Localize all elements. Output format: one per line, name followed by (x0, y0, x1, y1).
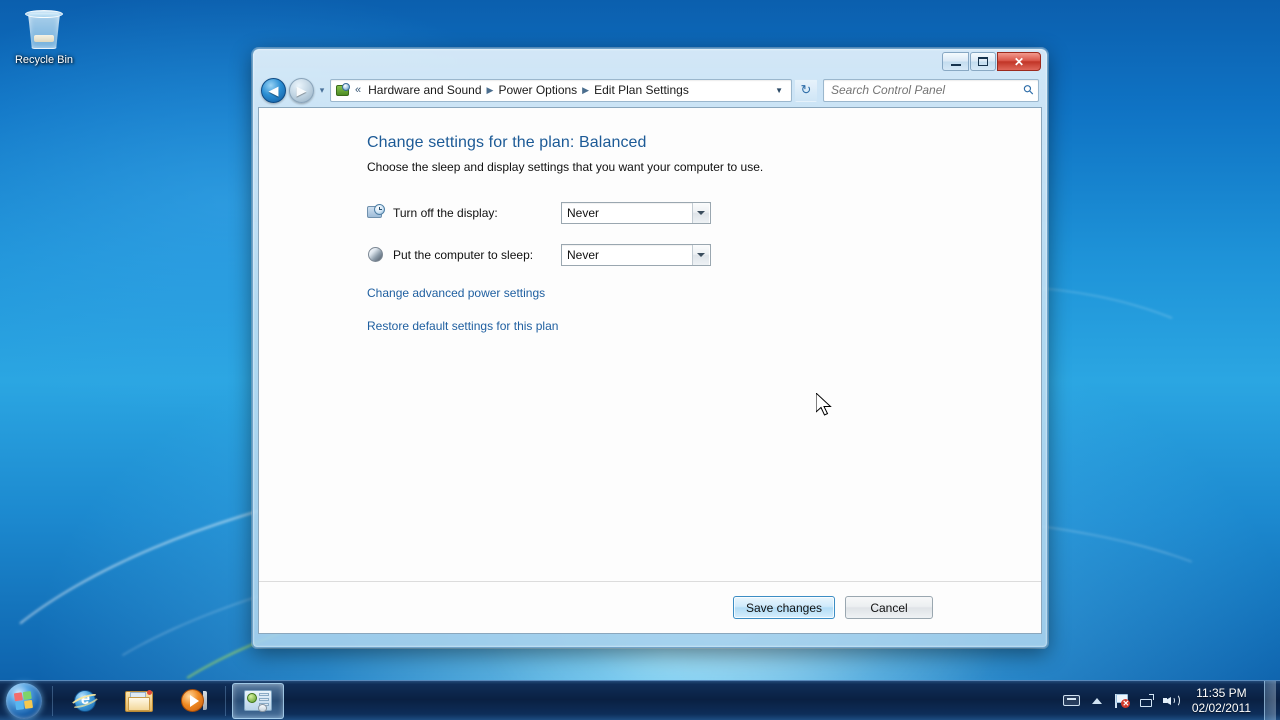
breadcrumb-separator-icon[interactable]: ▶ (582, 85, 589, 96)
link-restore-default-settings[interactable]: Restore default settings for this plan (367, 319, 558, 333)
taskbar-item-windows-media-player[interactable] (167, 683, 219, 719)
sleep-value: Never (567, 248, 600, 262)
moon-sleep-icon (367, 246, 385, 264)
taskbar-clock[interactable]: 11:35 PM 02/02/2011 (1188, 686, 1257, 716)
taskbar-divider (52, 685, 53, 716)
cancel-button[interactable]: Cancel (845, 596, 933, 619)
link-change-advanced-power-settings[interactable]: Change advanced power settings (367, 286, 545, 300)
taskbar-item-internet-explorer[interactable]: e (59, 683, 111, 719)
sleep-select[interactable]: Never (561, 244, 711, 266)
display-clock-icon (367, 204, 385, 222)
dialog-footer: Save changes Cancel (259, 581, 1041, 633)
settings-content: Change settings for the plan: Balanced C… (259, 108, 1041, 581)
save-changes-button[interactable]: Save changes (732, 596, 835, 619)
search-box[interactable]: ⚲ (823, 78, 1039, 102)
refresh-icon: ↻ (800, 82, 812, 97)
recent-pages-chevron-down-icon[interactable]: ▾ (317, 85, 327, 96)
windows-logo-icon (13, 690, 34, 710)
breadcrumb-item-edit-plan-settings[interactable]: Edit Plan Settings (591, 81, 692, 99)
links-section: Change advanced power settings Restore d… (367, 286, 1041, 352)
show-desktop-button[interactable] (1264, 680, 1276, 720)
breadcrumb-separator-icon[interactable]: ▶ (487, 85, 494, 96)
window-controls: ✕ (942, 52, 1041, 71)
turn-off-display-select[interactable]: Never (561, 202, 711, 224)
breadcrumb-item-power-options[interactable]: Power Options (495, 81, 580, 99)
breadcrumb-item-hardware-and-sound[interactable]: Hardware and Sound (365, 81, 484, 99)
keyboard-icon[interactable] (1063, 692, 1081, 710)
network-icon[interactable] (1138, 692, 1156, 710)
setting-row-sleep: Put the computer to sleep: Never (367, 244, 1041, 266)
sleep-label: Put the computer to sleep: (393, 248, 534, 262)
show-hidden-icons-icon[interactable] (1088, 692, 1106, 710)
chevron-down-icon[interactable] (692, 203, 709, 223)
volume-icon[interactable] (1162, 692, 1181, 710)
forward-button[interactable]: ▶ (289, 77, 314, 103)
setting-row-turn-off-display: Turn off the display: Never (367, 202, 1041, 224)
taskbar: e ✕ 11:35 PM 02/02/2011 (0, 680, 1280, 720)
window-client-area: Change settings for the plan: Balanced C… (258, 107, 1042, 634)
taskbar-divider (225, 685, 226, 716)
system-tray: ✕ 11:35 PM 02/02/2011 (1063, 680, 1280, 720)
media-player-icon (179, 688, 207, 714)
breadcrumb-dropdown-icon[interactable]: ▼ (769, 86, 789, 95)
breadcrumb-overflow-icon[interactable]: « (355, 84, 361, 96)
breadcrumb[interactable]: « Hardware and Sound ▶ Power Options ▶ E… (330, 78, 792, 102)
page-subtitle: Choose the sleep and display settings th… (367, 160, 764, 174)
internet-explorer-icon: e (69, 688, 101, 714)
forward-arrow-icon: ▶ (296, 82, 307, 98)
turn-off-display-label: Turn off the display: (393, 206, 498, 220)
back-button[interactable]: ◀ (261, 77, 286, 103)
turn-off-display-value: Never (567, 206, 600, 220)
search-input[interactable] (831, 83, 1025, 97)
page-title: Change settings for the plan: Balanced (367, 134, 647, 151)
close-button[interactable]: ✕ (997, 52, 1041, 71)
taskbar-item-control-panel[interactable] (232, 682, 284, 719)
control-panel-icon (335, 82, 351, 98)
back-arrow-icon: ◀ (268, 82, 279, 98)
recycle-bin-icon (22, 8, 66, 52)
clock-time: 11:35 PM (1196, 685, 1247, 700)
control-panel-window[interactable]: ✕ ◀ ▶ ▾ « Hardware and Sound ▶ Power Opt… (252, 48, 1048, 648)
clock-date: 02/02/2011 (1191, 700, 1251, 715)
address-bar: ◀ ▶ ▾ « Hardware and Sound ▶ Power Optio… (258, 77, 1042, 107)
recycle-bin-label: Recycle Bin (14, 54, 74, 66)
folder-explorer-icon (125, 689, 153, 713)
taskbar-item-windows-explorer[interactable] (113, 683, 165, 719)
control-panel-icon (244, 689, 272, 713)
refresh-button[interactable]: ↻ (795, 78, 817, 102)
desktop-icon-recycle-bin[interactable]: Recycle Bin (6, 8, 82, 78)
maximize-button[interactable] (970, 52, 996, 71)
start-button[interactable] (6, 682, 42, 719)
chevron-down-icon[interactable] (692, 245, 709, 265)
action-center-flag-icon[interactable]: ✕ (1113, 692, 1131, 710)
window-titlebar[interactable]: ✕ (258, 49, 1042, 77)
minimize-button[interactable] (942, 52, 969, 71)
